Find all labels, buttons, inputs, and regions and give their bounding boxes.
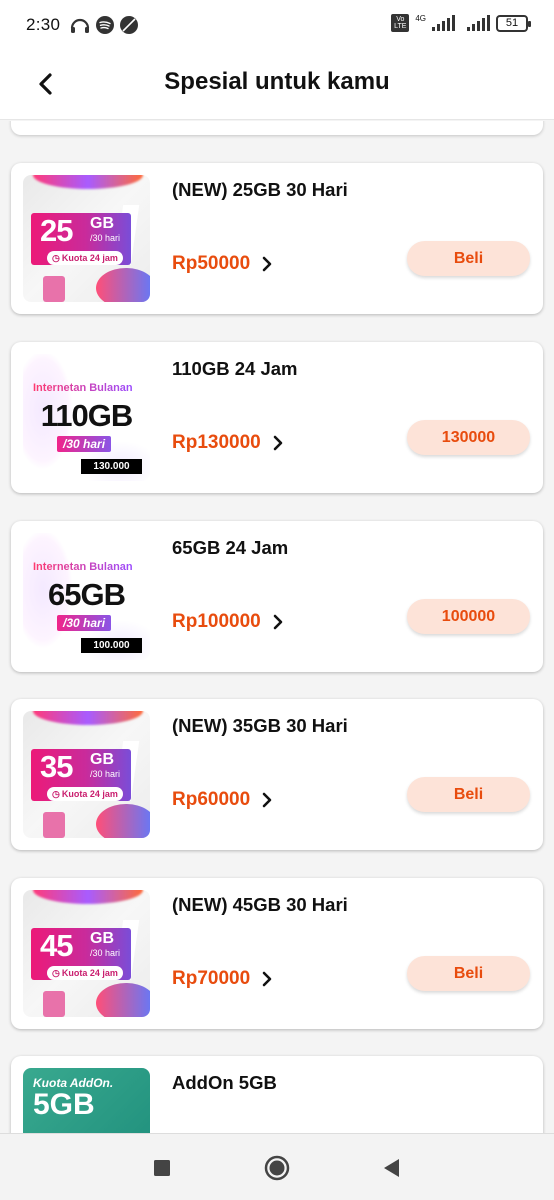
package-thumbnail: 25 GB /30 hari ◷ Kuota 24 jam [23,175,150,302]
thumb-unit: GB [90,930,114,947]
package-card[interactable]: Kuota AddOn. 5GB AddOn 5GB [11,1056,543,1133]
clock-check-icon: ◷ [52,967,60,978]
spotify-icon [96,16,115,34]
buy-button[interactable]: 100000 [407,599,530,634]
volte-icon: Vo LTE [391,14,410,32]
package-name: (NEW) 35GB 30 Hari [172,715,348,736]
package-price[interactable]: Rp130000 [172,432,285,454]
package-thumbnail: Internetan Bulanan 65GB /30 hari 100.000 [23,533,150,660]
status-time: 2:30 [26,15,61,34]
chevron-right-icon [273,614,283,630]
chevron-right-icon [262,971,272,987]
thumb-unit: GB [90,215,114,232]
package-price[interactable]: Rp60000 [172,789,274,811]
price-label: Rp100000 [172,611,261,632]
status-bar: 2:30 Vo LTE 4G 51 [0,0,554,50]
thumb-period: /30 hari [57,436,112,452]
clock-check-icon: ◷ [52,788,60,799]
price-label: Rp130000 [172,432,261,453]
thumb-amount: 25 [40,213,73,248]
package-list[interactable]: 25 GB /30 hari ◷ Kuota 24 jam (NEW) 25GB … [0,121,554,1133]
price-label: Rp50000 [172,253,251,274]
app-header: Spesial untuk kamu [0,50,554,120]
thumb-amount: 5GB [33,1088,95,1121]
package-name: (NEW) 25GB 30 Hari [172,179,348,200]
thumb-period: /30 hari [90,769,121,779]
thumb-kuota-label: Kuota 24 jam [61,968,118,978]
signal-icon [432,15,455,31]
thumb-amount: 35 [40,749,73,784]
package-card[interactable]: Internetan Bulanan 65GB /30 hari 100.000… [11,521,543,672]
thumb-price: 100.000 [81,638,142,653]
thumb-kuota: ◷ Kuota 24 jam [47,787,123,801]
home-button[interactable] [263,1154,291,1182]
chevron-right-icon [262,792,272,808]
package-name: 65GB 24 Jam [172,537,289,558]
system-nav-bar [0,1133,554,1200]
thumb-title: Internetan Bulanan [33,382,133,394]
thumb-unit: GB [90,751,114,768]
package-name: (NEW) 45GB 30 Hari [172,894,348,915]
data-saver-icon [120,16,139,34]
chevron-right-icon [262,256,272,272]
package-thumbnail: Kuota AddOn. 5GB [23,1068,150,1133]
package-card[interactable]: 35 GB /30 hari ◷ Kuota 24 jam (NEW) 35GB … [11,699,543,850]
thumb-price: 130.000 [81,459,142,474]
buy-button[interactable]: Beli [407,956,530,991]
page-title: Spesial untuk kamu [164,68,390,95]
package-thumbnail: 45 GB /30 hari ◷ Kuota 24 jam [23,890,150,1017]
chevron-right-icon [273,435,283,451]
clock-check-icon: ◷ [52,252,60,263]
recents-button[interactable] [148,1154,176,1182]
package-card[interactable]: 45 GB /30 hari ◷ Kuota 24 jam (NEW) 45GB … [11,878,543,1029]
battery-level: 51 [505,17,519,29]
battery-icon: 51 [496,14,531,32]
package-name: 110GB 24 Jam [172,358,298,379]
package-price[interactable]: Rp50000 [172,253,274,275]
thumb-amount: 45 [40,928,73,963]
package-card[interactable]: Internetan Bulanan 110GB /30 hari 130.00… [11,342,543,493]
thumb-amount: 110GB [40,398,134,433]
network-type: 4G [415,14,426,23]
price-label: Rp70000 [172,968,251,989]
thumb-period: /30 hari [90,948,121,958]
signal-icon-2 [467,15,490,31]
buy-button[interactable]: 130000 [407,420,530,455]
triangle-back-icon [384,1159,399,1177]
previous-card-edge [11,121,543,135]
buy-button[interactable]: Beli [407,241,530,276]
thumb-kuota-label: Kuota 24 jam [61,789,118,799]
thumb-title: Internetan Bulanan [33,561,133,573]
thumb-period: /30 hari [90,233,121,243]
package-name: AddOn 5GB [172,1072,277,1093]
status-icons-left [70,16,139,34]
square-icon [154,1160,170,1176]
package-thumbnail: Internetan Bulanan 110GB /30 hari 130.00… [23,354,150,481]
package-thumbnail: 35 GB /30 hari ◷ Kuota 24 jam [23,711,150,838]
thumb-amount: 65GB [48,577,126,612]
thumb-period: /30 hari [57,615,112,631]
thumb-kuota: ◷ Kuota 24 jam [47,966,123,980]
headphones-icon [71,18,90,33]
circle-icon [264,1155,290,1181]
thumb-kuota-label: Kuota 24 jam [61,253,118,263]
buy-button[interactable]: Beli [407,777,530,812]
package-price[interactable]: Rp100000 [172,611,285,633]
status-icons-right: Vo LTE 4G 51 [391,14,531,32]
package-card[interactable]: 25 GB /30 hari ◷ Kuota 24 jam (NEW) 25GB … [11,163,543,314]
package-price[interactable]: Rp70000 [172,968,274,990]
thumb-kuota: ◷ Kuota 24 jam [47,251,123,265]
system-back-button[interactable] [378,1154,406,1182]
price-label: Rp60000 [172,789,251,810]
